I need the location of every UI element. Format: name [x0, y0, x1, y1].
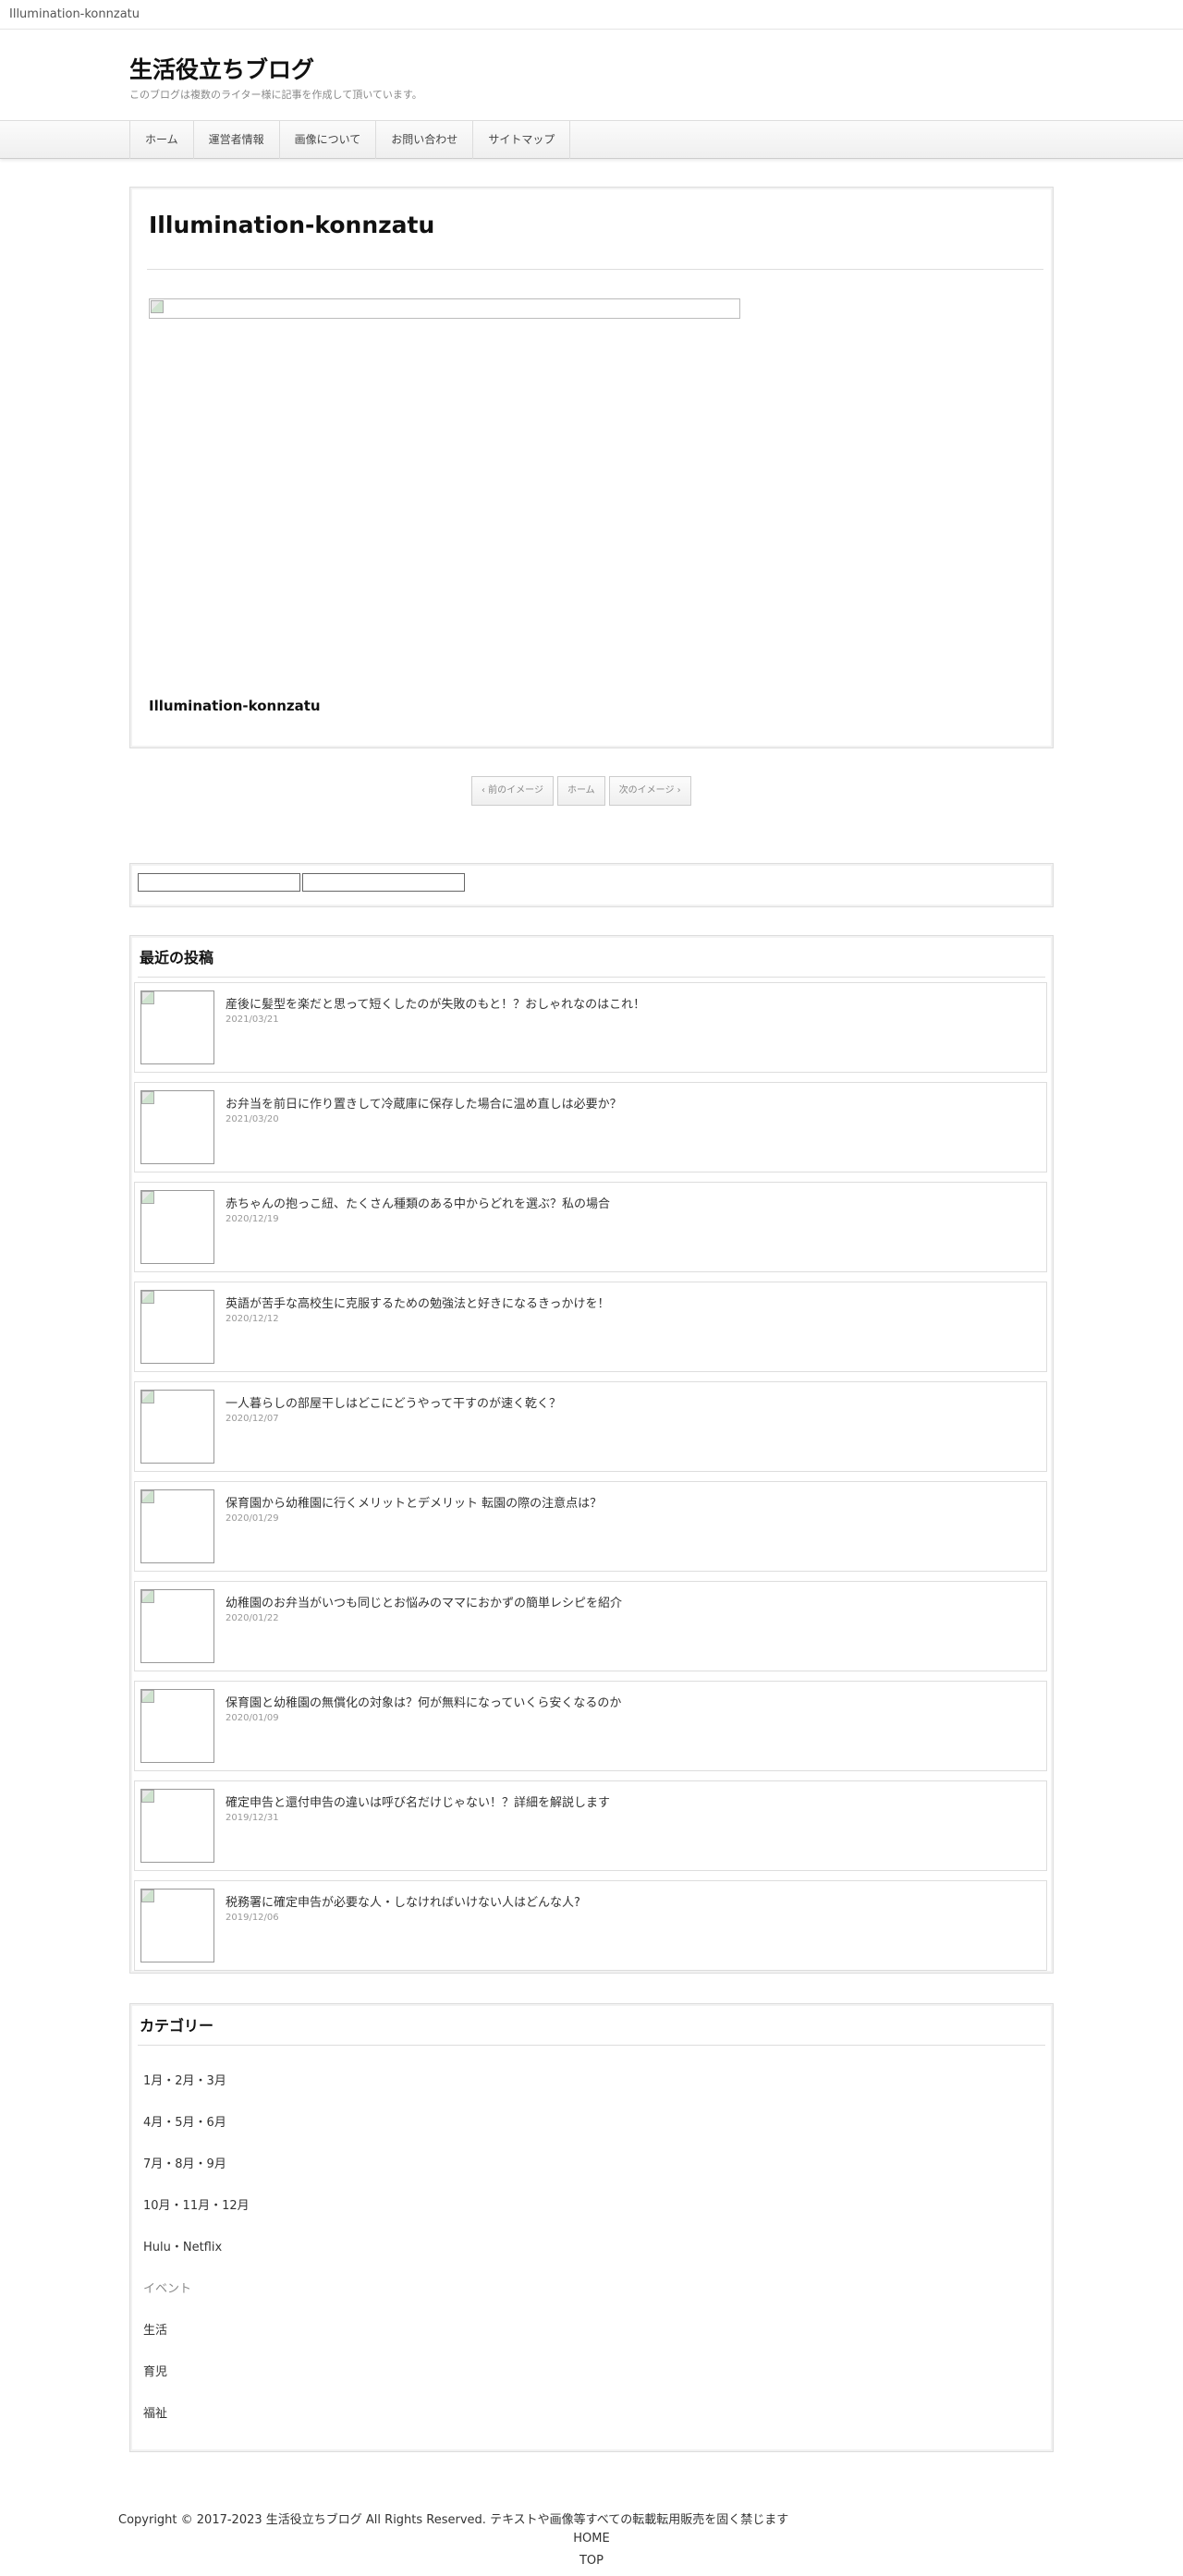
- post-date: 2019/12/06: [226, 1913, 279, 1923]
- list-item[interactable]: 赤ちゃんの抱っこ紐、たくさん種類のある中からどれを選ぶ？私の場合 2020/12…: [134, 1182, 1047, 1272]
- broken-image-icon: [151, 300, 164, 313]
- home-button[interactable]: ホーム: [556, 776, 605, 806]
- category-link[interactable]: 福祉: [143, 2403, 167, 2421]
- search-widget: [129, 863, 1054, 907]
- post-title[interactable]: 保育園と幼稚園の無償化の対象は？何が無料になっていくら安くなるのか: [226, 1693, 621, 1710]
- list-item[interactable]: お弁当を前日に作り置きして冷蔵庫に保存した場合に温め直しは必要か？ 2021/0…: [134, 1082, 1047, 1173]
- nav-item-home[interactable]: ホーム: [130, 121, 194, 159]
- copyright-text: Copyright © 2017-2023 生活役立ちブログ All Right…: [118, 2513, 789, 2527]
- footer-top-link[interactable]: TOP: [0, 2554, 1183, 2568]
- post-thumbnail[interactable]: [140, 1589, 214, 1663]
- post-thumbnail[interactable]: [140, 1789, 214, 1863]
- list-item[interactable]: 確定申告と還付申告の違いは呼び名だけじゃない！？詳細を解説します 2019/12…: [134, 1780, 1047, 1871]
- image-caption: Illumination-konnzatu: [149, 698, 321, 714]
- category-link[interactable]: 生活: [143, 2320, 167, 2338]
- search-input[interactable]: [138, 873, 300, 892]
- post-thumbnail[interactable]: [140, 1489, 214, 1563]
- list-item[interactable]: 英語が苦手な高校生に克服するための勉強法と好きになるきっかけを！ 2020/12…: [134, 1282, 1047, 1372]
- nav-item-about-images[interactable]: 画像について: [280, 121, 377, 159]
- broken-image-icon: [141, 1590, 154, 1603]
- post-title[interactable]: 英語が苦手な高校生に克服するための勉強法と好きになるきっかけを！: [226, 1294, 609, 1311]
- post-date: 2019/12/31: [226, 1813, 279, 1823]
- post-date: 2020/01/22: [226, 1613, 279, 1623]
- post-thumbnail[interactable]: [140, 1090, 214, 1164]
- post-title[interactable]: 税務署に確定申告が必要な人・しなければいけない人はどんな人?: [226, 1892, 580, 1910]
- attachment-image[interactable]: [149, 298, 740, 319]
- broken-image-icon: [141, 991, 154, 1004]
- categories-widget: カテゴリー 1月・2月・3月 4月・5月・6月 7月・8月・9月 10月・11月…: [129, 2003, 1054, 2452]
- post-thumbnail[interactable]: [140, 1689, 214, 1763]
- broken-image-icon: [141, 1391, 154, 1403]
- post-date: 2020/01/29: [226, 1513, 279, 1524]
- prev-image-button[interactable]: ‹ 前のイメージ: [471, 776, 554, 806]
- list-item[interactable]: 保育園と幼稚園の無償化の対象は？何が無料になっていくら安くなるのか 2020/0…: [134, 1681, 1047, 1771]
- broken-image-icon: [141, 1790, 154, 1803]
- image-pager: ‹ 前のイメージ ホーム 次のイメージ ›: [471, 776, 691, 806]
- list-item[interactable]: 税務署に確定申告が必要な人・しなければいけない人はどんな人? 2019/12/0…: [134, 1880, 1047, 1971]
- broken-image-icon: [141, 1191, 154, 1204]
- list-item[interactable]: 幼稚園のお弁当がいつも同じとお悩みのママにおかずの簡単レシピを紹介 2020/0…: [134, 1581, 1047, 1671]
- site-title[interactable]: 生活役立ちブログ: [129, 52, 314, 85]
- title-divider: [147, 269, 1043, 270]
- nav-item-sitemap[interactable]: サイトマップ: [473, 121, 571, 159]
- list-item[interactable]: 保育園から幼稚園に行くメリットとデメリット 転園の際の注意点は？ 2020/01…: [134, 1481, 1047, 1572]
- post-date: 2020/01/09: [226, 1713, 279, 1723]
- nav-item-contact[interactable]: お問い合わせ: [376, 121, 474, 159]
- broken-image-icon: [141, 1490, 154, 1503]
- categories-title: カテゴリー: [140, 2017, 214, 2035]
- post-date: 2021/03/21: [226, 1015, 279, 1025]
- broken-image-icon: [141, 1889, 154, 1902]
- post-date: 2020/12/07: [226, 1414, 279, 1424]
- post-title[interactable]: 産後に髪型を楽だと思って短くしたのが失敗のもと！？おしゃれなのはこれ！: [226, 994, 645, 1012]
- search-button[interactable]: [302, 873, 465, 892]
- category-link[interactable]: 育児: [143, 2362, 167, 2379]
- widget-divider: [138, 2045, 1045, 2046]
- post-title[interactable]: お弁当を前日に作り置きして冷蔵庫に保存した場合に温め直しは必要か？: [226, 1094, 622, 1112]
- list-item[interactable]: 一人暮らしの部屋干しはどこにどうやって干すのが速く乾く？ 2020/12/07: [134, 1381, 1047, 1472]
- post-thumbnail[interactable]: [140, 1390, 214, 1464]
- post-title[interactable]: 一人暮らしの部屋干しはどこにどうやって干すのが速く乾く？: [226, 1393, 561, 1411]
- category-link[interactable]: 7月・8月・9月: [143, 2154, 226, 2171]
- window-title: Illumination-konnzatu: [9, 7, 140, 21]
- post-thumbnail[interactable]: [140, 990, 214, 1064]
- nav-item-operator-info[interactable]: 運営者情報: [194, 121, 280, 159]
- post-title[interactable]: 赤ちゃんの抱っこ紐、たくさん種類のある中からどれを選ぶ？私の場合: [226, 1194, 610, 1211]
- site-description: このブログは複数のライター様に記事を作成して頂いています。: [129, 89, 422, 101]
- widget-divider: [138, 977, 1045, 978]
- category-link[interactable]: イベント: [143, 2278, 191, 2296]
- post-title[interactable]: 幼稚園のお弁当がいつも同じとお悩みのママにおかずの簡単レシピを紹介: [226, 1593, 622, 1610]
- post-thumbnail[interactable]: [140, 1889, 214, 1962]
- category-link[interactable]: Hulu・Netflix: [143, 2237, 222, 2254]
- broken-image-icon: [141, 1291, 154, 1304]
- post-date: 2021/03/20: [226, 1114, 279, 1124]
- broken-image-icon: [141, 1690, 154, 1703]
- footer-home-link[interactable]: HOME: [0, 2532, 1183, 2546]
- category-link[interactable]: 4月・5月・6月: [143, 2112, 226, 2130]
- category-link[interactable]: 10月・11月・12月: [143, 2195, 250, 2213]
- recent-posts-title: 最近の投稿: [140, 949, 214, 966]
- category-link[interactable]: 1月・2月・3月: [143, 2071, 226, 2088]
- post-thumbnail[interactable]: [140, 1290, 214, 1364]
- window-title-bar: Illumination-konnzatu: [0, 0, 1183, 30]
- next-image-button[interactable]: 次のイメージ ›: [608, 776, 691, 806]
- recent-posts-widget: 最近の投稿 産後に髪型を楽だと思って短くしたのが失敗のもと！？おしゃれなのはこれ…: [129, 935, 1054, 1974]
- post-date: 2020/12/12: [226, 1314, 279, 1324]
- broken-image-icon: [141, 1091, 154, 1104]
- post-title[interactable]: 保育園から幼稚園に行くメリットとデメリット 転園の際の注意点は？: [226, 1493, 602, 1511]
- post-date: 2020/12/19: [226, 1214, 279, 1224]
- page-title: Illumination-konnzatu: [149, 212, 435, 238]
- attachment-article: Illumination-konnzatu Illumination-konnz…: [129, 187, 1054, 748]
- site-header: 生活役立ちブログ このブログは複数のライター様に記事を作成して頂いています。: [0, 30, 1183, 120]
- list-item[interactable]: 産後に髪型を楽だと思って短くしたのが失敗のもと！？おしゃれなのはこれ！ 2021…: [134, 982, 1047, 1073]
- post-thumbnail[interactable]: [140, 1190, 214, 1264]
- post-title[interactable]: 確定申告と還付申告の違いは呼び名だけじゃない！？詳細を解説します: [226, 1792, 610, 1810]
- main-navigation: ホーム 運営者情報 画像について お問い合わせ サイトマップ: [0, 120, 1183, 159]
